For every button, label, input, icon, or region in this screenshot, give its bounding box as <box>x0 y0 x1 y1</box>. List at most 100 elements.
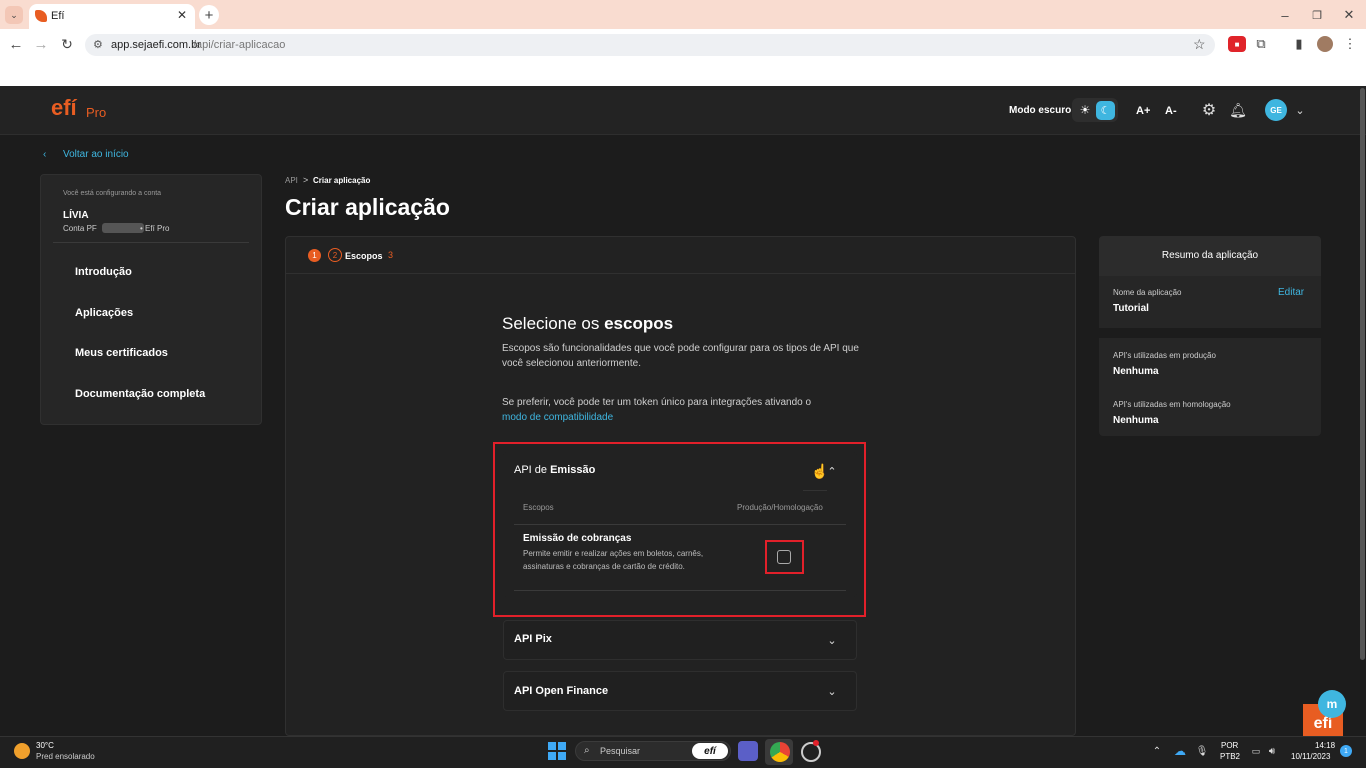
account-name: LÍVIA <box>63 210 89 221</box>
api-open-finance-title: API Open Finance <box>514 685 609 697</box>
tab-list-chevron-icon[interactable]: ⌄ <box>5 6 23 24</box>
microphone-icon[interactable]: 🎙︎ <box>1195 744 1209 758</box>
tab-close-icon[interactable]: ✕ <box>177 8 187 22</box>
configuring-label: Você está configurando a conta <box>63 190 162 197</box>
restore-icon[interactable]: ❐ <box>1308 6 1326 24</box>
font-increase-button[interactable]: A+ <box>1136 105 1150 117</box>
user-avatar[interactable]: GE <box>1265 99 1287 121</box>
tray-chevron-icon[interactable]: ⌃ <box>1150 744 1164 758</box>
reload-icon[interactable]: ↻ <box>58 35 76 53</box>
taskbar-search[interactable]: ⌕ Pesquisar efí <box>575 741 731 761</box>
browser-tab-bar: ⌄ Efí ✕ + – ❐ ✕ <box>0 0 1366 29</box>
search-placeholder: Pesquisar <box>600 746 641 756</box>
page-title: Criar aplicação <box>285 194 450 220</box>
weather-temperature[interactable]: 30°C <box>36 741 54 750</box>
efi-logo-pro: Pro <box>86 105 107 120</box>
keyboard-layout[interactable]: PTB2 <box>1220 752 1240 761</box>
breadcrumb-root[interactable]: API <box>285 176 298 185</box>
sun-icon[interactable]: ☀ <box>1076 101 1094 119</box>
extensions-puzzle-icon[interactable]: ⧉ <box>1252 35 1270 53</box>
page-scrollbar[interactable] <box>1360 88 1365 660</box>
notification-count-badge[interactable]: 1 <box>1340 745 1352 757</box>
clock-time[interactable]: 14:18 <box>1315 741 1335 750</box>
redacted-account-number <box>102 223 144 233</box>
stepper-divider <box>286 273 1075 274</box>
accordion-api-pix[interactable] <box>503 620 857 660</box>
windows-start-icon[interactable] <box>548 742 566 760</box>
api-pix-title: API Pix <box>514 633 552 645</box>
summary-homolog-label: API's utilizadas em homologação <box>1113 400 1231 409</box>
extension-red-icon[interactable]: ■ <box>1228 36 1246 52</box>
summary-prod-label: API's utilizadas em produção <box>1113 351 1216 360</box>
dark-mode-label: Modo escuro <box>1009 105 1072 116</box>
sidebar-item-documentacao[interactable]: Documentação completa <box>75 388 205 400</box>
url-path: /api/criar-aplicacao <box>193 39 286 51</box>
step-1-done: 1 <box>308 249 321 262</box>
back-arrow-icon[interactable]: ← <box>7 35 25 53</box>
profile-avatar-icon[interactable] <box>1317 36 1333 52</box>
app-badge <box>813 740 819 746</box>
browser-menu-icon[interactable]: ⋮ <box>1343 35 1357 53</box>
url-domain: app.sejaefi.com.br <box>111 39 201 51</box>
summary-name-value: Tutorial <box>1113 303 1149 314</box>
keyboard-language[interactable]: POR <box>1221 741 1238 750</box>
bookmark-star-icon[interactable]: ☆ <box>1193 36 1206 53</box>
search-brand-badge: efí <box>692 743 728 759</box>
chat-assistant-icon[interactable]: m <box>1318 690 1346 718</box>
step-2-label: Escopos <box>345 251 383 261</box>
efi-logo[interactable]: efí <box>51 95 77 121</box>
summary-edit-link[interactable]: Editar <box>1278 287 1304 298</box>
chrome-icon[interactable] <box>770 742 790 762</box>
new-tab-plus-icon[interactable]: + <box>199 5 219 25</box>
sidebar-item-aplicacoes[interactable]: Aplicações <box>75 307 133 319</box>
sidebar-item-certificados[interactable]: Meus certificados <box>75 347 168 359</box>
browser-tab[interactable]: Efí ✕ <box>29 4 195 29</box>
bookmarks-bar <box>0 60 1366 86</box>
scopes-heading: Selecione os escopos <box>502 314 673 334</box>
theme-toggle[interactable]: ☀ ☾ <box>1072 98 1118 122</box>
weather-sun-icon[interactable] <box>14 743 30 759</box>
search-icon: ⌕ <box>584 745 590 756</box>
app-header <box>0 86 1366 135</box>
breadcrumb-current: Criar aplicação <box>313 176 371 185</box>
api-open-finance-expand-chevron-icon[interactable]: ⌄ <box>823 682 841 700</box>
tab-title: Efí <box>51 10 65 22</box>
account-plan: • Efí Pro <box>140 224 170 233</box>
clock-date[interactable]: 10/11/2023 <box>1291 752 1330 761</box>
minimize-icon[interactable]: – <box>1276 6 1294 24</box>
settings-gear-icon[interactable]: ⚙ <box>1200 101 1218 119</box>
api-pix-expand-chevron-icon[interactable]: ⌄ <box>823 631 841 649</box>
token-text: Se preferir, você pode ter um token únic… <box>502 397 812 408</box>
summary-name-section <box>1099 276 1321 328</box>
compatibility-mode-link[interactable]: modo de compatibilidade <box>502 410 613 425</box>
scopes-description: Escopos são funcionalidades que você pod… <box>502 343 859 369</box>
summary-name-label: Nome da aplicação <box>1113 288 1182 297</box>
weather-description[interactable]: Pred ensolarado <box>36 752 95 761</box>
scopes-heading-bold: escopos <box>604 314 674 333</box>
summary-title: Resumo da aplicação <box>1161 250 1259 261</box>
breadcrumb-separator: > <box>303 175 309 185</box>
address-bar[interactable]: ⚙ app.sejaefi.com.br /api/criar-aplicaca… <box>85 34 1215 56</box>
moon-icon[interactable]: ☾ <box>1096 101 1115 120</box>
forward-arrow-icon[interactable]: → <box>32 35 50 53</box>
network-icon[interactable]: ▭ <box>1250 744 1262 758</box>
back-to-home-link[interactable]: Voltar ao início <box>63 149 129 160</box>
site-info-icon[interactable]: ⚙ <box>93 38 103 51</box>
onedrive-cloud-icon[interactable]: ☁ <box>1172 744 1188 758</box>
scopes-heading-prefix: Selecione os <box>502 314 600 333</box>
sidebar-divider <box>53 242 249 243</box>
font-decrease-button[interactable]: A- <box>1165 105 1177 117</box>
window-close-icon[interactable]: ✕ <box>1340 6 1358 24</box>
back-chevron-icon[interactable]: ‹ <box>43 149 46 160</box>
sidebar-item-introducao[interactable]: Introdução <box>75 266 132 278</box>
notification-bell-icon[interactable]: 🔔︎ <box>1229 101 1247 119</box>
summary-prod-value: Nenhuma <box>1113 366 1159 377</box>
api-emissao-highlight-box <box>493 442 866 617</box>
user-menu-chevron-icon[interactable]: ⌄ <box>1293 101 1307 119</box>
efi-favicon-icon <box>35 10 47 22</box>
teams-meet-icon[interactable] <box>738 741 758 761</box>
side-panel-icon[interactable]: ▮ <box>1290 35 1308 53</box>
step-2-current: 2 <box>328 248 342 262</box>
summary-homolog-value: Nenhuma <box>1113 415 1159 426</box>
volume-icon[interactable]: 🔊︎ <box>1266 744 1278 758</box>
